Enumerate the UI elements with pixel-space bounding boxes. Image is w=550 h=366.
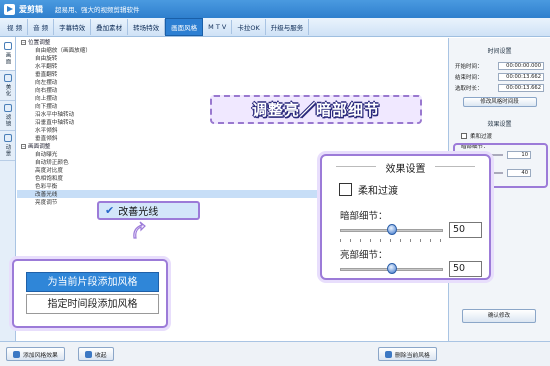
tree-group-label: 画面调整 (28, 144, 51, 150)
bottom-bar: 添加风格效果 收起 删除当前风格 (0, 341, 550, 366)
bright-detail-slider[interactable] (340, 263, 443, 275)
tab-icon (3, 104, 12, 112)
left-tab[interactable]: 画面 (0, 37, 15, 71)
end-time-row: 结束时间： 00:00:13.662 (449, 72, 550, 82)
soft-transition-checkbox-large[interactable] (339, 183, 352, 196)
dark-detail-label-large: 暗部细节： (340, 211, 388, 222)
modify-time-button[interactable]: 修改风格时间段 (462, 97, 537, 107)
left-tab[interactable]: 动景 (0, 131, 15, 161)
confirm-button[interactable]: 确认修改 (462, 309, 536, 323)
tree-group[interactable]: − 画面调整 (17, 142, 447, 150)
start-time-row: 开始时间： 00:00:00.000 (449, 61, 550, 71)
menu-tab[interactable]: 卡拉OK (232, 19, 266, 35)
add-style-button[interactable]: 添加风格效果 (6, 347, 65, 361)
effect-settings-dialog: 效果设置 柔和过渡 暗部细节： 50 亮部细节： 50 (320, 154, 491, 280)
improve-light-label: 改善光线 (118, 207, 159, 218)
left-tab-label: 动景 (4, 144, 11, 157)
tree-group[interactable]: − 位置调整 (17, 38, 447, 46)
collapse-icon (85, 350, 92, 358)
left-tab[interactable]: 美化 (0, 71, 15, 101)
tree-item[interactable]: 自由旋转 (17, 54, 447, 62)
bright-detail-label-large: 亮部细节： (340, 250, 388, 261)
callout-title-text: 调整亮／暗部细节 (251, 101, 380, 119)
menu-tab[interactable]: 视 频 (2, 19, 29, 35)
effect-settings-header: 效果设置 (487, 121, 512, 128)
start-time-field[interactable]: 00:00:00.000 (498, 62, 544, 70)
bright-detail-value[interactable]: 50 (449, 261, 482, 277)
time-settings-header: 时间设置 (487, 48, 512, 55)
add-style-label: 添加风格效果 (23, 352, 58, 359)
tab-icon (3, 42, 12, 50)
duration-label: 选取时长： (455, 86, 483, 92)
menu-tab[interactable]: 音 频 (28, 19, 55, 35)
delete-style-label: 删除当前风格 (395, 352, 430, 359)
improve-light-highlight[interactable]: ✔ 改善光线 (97, 201, 200, 220)
end-time-label: 结束时间： (455, 75, 483, 81)
effect-dialog-title: 效果设置 (322, 160, 489, 175)
soft-transition-option[interactable]: 柔和过渡 (339, 182, 398, 197)
dark-slider-thumb[interactable] (386, 224, 397, 235)
menu-tab[interactable]: M T V (203, 20, 233, 34)
duration-field[interactable]: 00:00:13.662 (498, 84, 544, 92)
menu-tab[interactable]: 升级与服务 (266, 19, 310, 35)
end-time-field[interactable]: 00:00:13.662 (498, 73, 544, 81)
delete-style-button[interactable]: 删除当前风格 (378, 347, 437, 361)
duration-row: 选取时长： 00:00:13.662 (449, 83, 550, 93)
tree-item[interactable]: 向右摆动 (17, 86, 447, 94)
dark-detail-value[interactable]: 50 (449, 222, 482, 238)
tree-item[interactable]: 水平倾斜 (17, 126, 447, 134)
collapse-toggle-icon[interactable]: − (21, 143, 26, 149)
soft-transition-label-large: 柔和过渡 (358, 186, 398, 197)
tree-item[interactable]: 垂直翻转 (17, 70, 447, 78)
left-tab-label: 美化 (4, 84, 11, 97)
soft-transition-label: 柔和过渡 (470, 134, 493, 140)
menu-item-add-timerange[interactable]: 指定时间段添加风格 (26, 294, 159, 314)
soft-transition-checkbox[interactable] (461, 133, 467, 139)
menu-tab[interactable]: 画面风格 (165, 18, 204, 36)
collapse-button[interactable]: 收起 (78, 347, 114, 361)
add-icon (13, 350, 20, 358)
menu-tab[interactable]: 字幕特效 (54, 19, 92, 35)
menu-tab[interactable]: 叠加素材 (91, 19, 129, 35)
pointer-arrow-icon (133, 221, 146, 239)
tree-item[interactable]: 垂直倾斜 (17, 134, 447, 142)
tab-icon (3, 74, 12, 82)
tab-icon (3, 134, 12, 142)
dark-slider-ticks (340, 239, 443, 242)
collapse-toggle-icon[interactable]: − (21, 39, 26, 45)
menu-item-add-current[interactable]: 为当前片段添加风格 (26, 272, 159, 292)
left-tab-label: 滤镜 (4, 114, 11, 127)
soft-transition-check[interactable]: 柔和过渡 (449, 132, 550, 140)
app-name: 爱剪辑 (19, 4, 43, 14)
start-time-label: 开始时间： (455, 64, 483, 70)
callout-title: 调整亮／暗部细节 (210, 95, 422, 124)
dark-detail-slider[interactable] (340, 224, 443, 236)
app-logo-icon (4, 3, 15, 15)
tree-item[interactable]: 水平翻转 (17, 62, 447, 70)
checkmark-icon: ✔ (105, 204, 115, 217)
left-tab-label: 画面 (4, 52, 11, 65)
collapse-label: 收起 (95, 352, 107, 359)
add-style-menu: 为当前片段添加风格 指定时间段添加风格 (12, 259, 168, 328)
trash-icon (385, 350, 392, 358)
left-tab[interactable]: 滤镜 (0, 101, 15, 131)
bright-slider-thumb[interactable] (386, 263, 397, 274)
menu-bar: 视 频音 频字幕特效 叠加素材 转场特效 画面风格 M T V 卡拉OK 升级与服务 (0, 18, 550, 37)
tree-item[interactable]: 向左摆动 (17, 78, 447, 86)
tree-item[interactable]: 自由缩放（画面放缩） (17, 46, 447, 54)
tree-group-label: 位置调整 (28, 40, 51, 46)
app-slogan: 超易用、强大的视频剪辑软件 (55, 6, 140, 14)
menu-tab[interactable]: 转场特效 (128, 19, 166, 35)
title-bar: 爱剪辑 超易用、强大的视频剪辑软件 (0, 0, 550, 18)
